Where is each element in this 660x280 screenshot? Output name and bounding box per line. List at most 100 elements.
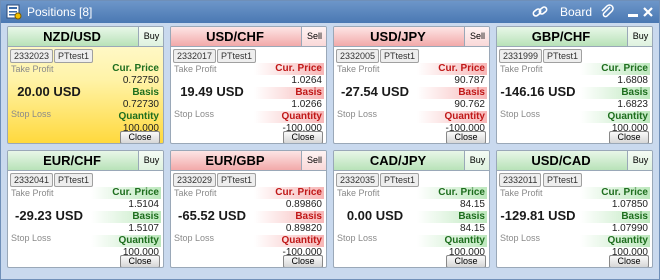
- profit-loss-value: 19.49 USD: [180, 84, 244, 99]
- basis-value: 0.72730: [122, 99, 159, 110]
- board-button[interactable]: Board: [560, 5, 592, 19]
- quantity-label: Quantity: [118, 111, 159, 122]
- take-profit-label: Take Profit: [174, 188, 217, 198]
- cur-price-value: 1.07850: [611, 199, 648, 210]
- position-card[interactable]: EUR/GBP Sell 2332029 PTtest1 Take Profit…: [170, 150, 327, 268]
- close-position-button[interactable]: Close: [446, 255, 486, 267]
- account-badge: PTtest1: [380, 173, 420, 187]
- take-profit-label: Take Profit: [11, 64, 54, 74]
- profit-loss-value: -27.54 USD: [341, 84, 409, 99]
- currency-pair: NZD/USD: [43, 29, 101, 44]
- quantity-label: Quantity: [91, 235, 161, 247]
- position-card[interactable]: USD/CHF Sell 2332017 PTtest1 Take Profit…: [170, 26, 327, 144]
- positions-grid: NZD/USD Buy 2332023 PTtest1 Take Profit …: [7, 26, 655, 276]
- close-position-button[interactable]: Close: [120, 255, 160, 267]
- basis-value: 1.5107: [128, 223, 159, 234]
- stop-loss-label: Stop Loss: [500, 109, 541, 119]
- paperclip-icon[interactable]: [599, 4, 615, 20]
- cur-price-value: 0.89860: [285, 199, 322, 210]
- buy-button[interactable]: Buy: [464, 151, 489, 170]
- position-id-badge: 2332041: [10, 173, 54, 187]
- card-header: GBP/CHF Buy: [497, 27, 652, 47]
- stop-loss-label: Stop Loss: [337, 109, 378, 119]
- currency-pair: USD/CHF: [206, 29, 264, 44]
- quantity-label: Quantity: [417, 111, 487, 123]
- position-card[interactable]: GBP/CHF Buy 2331999 PTtest1 Take Profit …: [496, 26, 653, 144]
- position-id-badge: 2331999: [499, 49, 543, 63]
- card-header: USD/JPY Sell: [334, 27, 489, 47]
- close-position-button[interactable]: Close: [283, 255, 323, 267]
- basis-value: 90.762: [454, 99, 485, 110]
- buy-button[interactable]: Buy: [627, 151, 652, 170]
- profit-loss-value: -65.52 USD: [178, 208, 246, 223]
- minimize-icon[interactable]: [627, 5, 639, 19]
- profit-loss-value: 20.00 USD: [17, 84, 81, 99]
- basis-value: 1.07990: [611, 223, 648, 234]
- close-position-button[interactable]: Close: [609, 255, 649, 267]
- take-profit-label: Take Profit: [337, 64, 380, 74]
- position-id-badge: 2332023: [10, 49, 54, 63]
- take-profit-label: Take Profit: [337, 188, 380, 198]
- position-id-badge: 2332035: [336, 173, 380, 187]
- account-badge: PTtest1: [54, 49, 94, 63]
- sell-button[interactable]: Sell: [301, 27, 326, 46]
- card-header: CAD/JPY Buy: [334, 151, 489, 171]
- buy-button[interactable]: Buy: [138, 27, 163, 46]
- take-profit-label: Take Profit: [500, 188, 543, 198]
- account-badge: PTtest1: [380, 49, 420, 63]
- basis-label: Basis: [417, 211, 487, 223]
- close-position-button[interactable]: Close: [120, 131, 160, 143]
- profit-loss-value: -129.81 USD: [500, 208, 576, 223]
- card-header: USD/CHF Sell: [171, 27, 326, 47]
- stop-loss-label: Stop Loss: [174, 233, 215, 243]
- basis-label: Basis: [254, 211, 324, 223]
- close-position-button[interactable]: Close: [283, 131, 323, 143]
- quantity-label: Quantity: [254, 111, 324, 123]
- link-icon[interactable]: [532, 4, 548, 20]
- sell-button[interactable]: Sell: [464, 27, 489, 46]
- position-card[interactable]: EUR/CHF Buy 2332041 PTtest1 Take Profit …: [7, 150, 164, 268]
- position-card[interactable]: CAD/JPY Buy 2332035 PTtest1 Take Profit …: [333, 150, 490, 268]
- sell-button[interactable]: Sell: [301, 151, 326, 170]
- cur-price-value: 90.787: [454, 75, 485, 86]
- basis-label: Basis: [91, 211, 161, 223]
- card-header: USD/CAD Buy: [497, 151, 652, 171]
- cur-price-label: Cur. Price: [580, 63, 650, 75]
- profit-loss-value: -146.16 USD: [500, 84, 576, 99]
- currency-pair: GBP/CHF: [531, 29, 591, 44]
- title-bar[interactable]: Positions [8] Board: [1, 1, 659, 23]
- cur-price-label: Cur. Price: [254, 63, 324, 75]
- buy-button[interactable]: Buy: [138, 151, 163, 170]
- account-badge: PTtest1: [217, 49, 257, 63]
- account-badge: PTtest1: [54, 173, 94, 187]
- stop-loss-label: Stop Loss: [11, 233, 52, 243]
- currency-pair: USD/JPY: [370, 29, 426, 44]
- currency-pair: EUR/CHF: [43, 153, 101, 168]
- close-window-icon[interactable]: [642, 5, 654, 19]
- cur-price-value: 1.5104: [128, 199, 159, 210]
- take-profit-label: Take Profit: [500, 64, 543, 74]
- currency-pair: EUR/GBP: [205, 153, 265, 168]
- account-badge: PTtest1: [543, 173, 583, 187]
- basis-value: 84.15: [459, 223, 485, 234]
- basis-value: 0.89820: [285, 223, 322, 234]
- quantity-label: Quantity: [417, 235, 487, 247]
- take-profit-label: Take Profit: [11, 188, 54, 198]
- basis-value: 1.0266: [291, 99, 322, 110]
- stop-loss-label: Stop Loss: [11, 109, 52, 119]
- close-position-button[interactable]: Close: [446, 131, 486, 143]
- take-profit-label: Take Profit: [174, 64, 217, 74]
- position-card[interactable]: USD/CAD Buy 2332011 PTtest1 Take Profit …: [496, 150, 653, 268]
- position-id-badge: 2332017: [173, 49, 217, 63]
- quantity-label: Quantity: [254, 235, 324, 247]
- cur-price-label: Cur. Price: [417, 187, 487, 199]
- profit-loss-value: 0.00 USD: [346, 208, 404, 223]
- buy-button[interactable]: Buy: [627, 27, 652, 46]
- window-title: Positions [8]: [27, 5, 93, 19]
- position-card[interactable]: USD/JPY Sell 2332005 PTtest1 Take Profit…: [333, 26, 490, 144]
- close-position-button[interactable]: Close: [609, 131, 649, 143]
- card-header: NZD/USD Buy: [8, 27, 163, 47]
- cur-price-label: Cur. Price: [580, 187, 650, 199]
- position-card[interactable]: NZD/USD Buy 2332023 PTtest1 Take Profit …: [7, 26, 164, 144]
- stop-loss-label: Stop Loss: [500, 233, 541, 243]
